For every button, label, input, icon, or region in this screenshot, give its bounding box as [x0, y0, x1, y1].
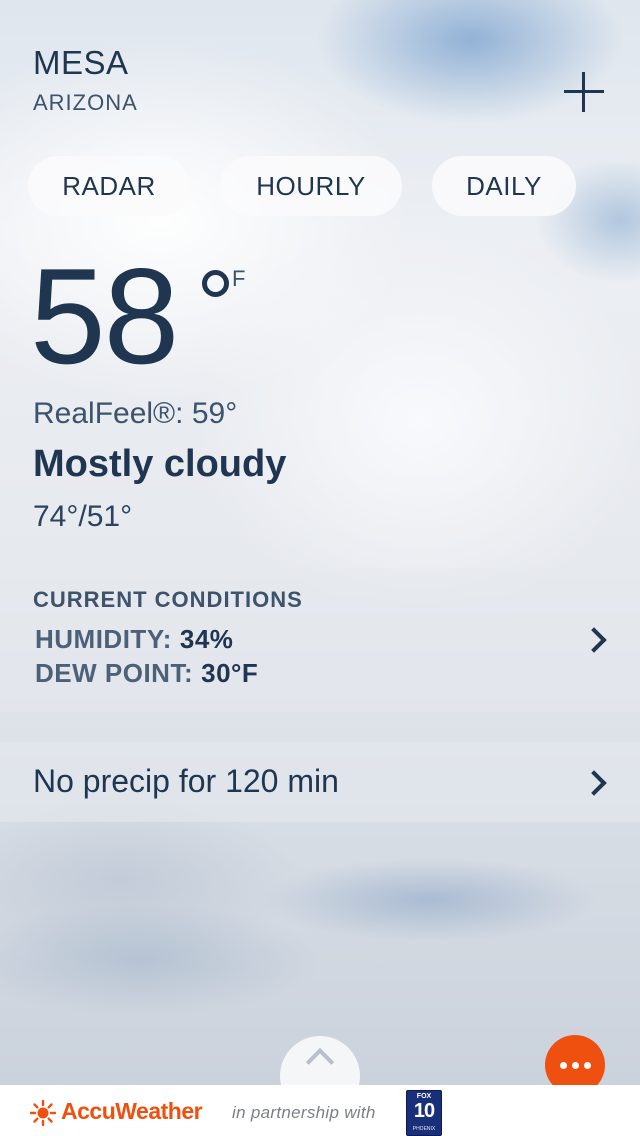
humidity-row: HUMIDITY: 34% — [35, 624, 233, 655]
fox10-logo-number: 10 — [413, 1100, 435, 1122]
humidity-label: HUMIDITY: — [35, 624, 172, 654]
degree-symbol — [202, 270, 229, 297]
add-location-button[interactable] — [560, 68, 608, 116]
dot — [560, 1062, 567, 1069]
dew-point-label: DEW POINT: — [35, 658, 194, 688]
dot — [572, 1062, 579, 1069]
radar-button[interactable]: RADAR — [28, 156, 190, 216]
temperature-unit: F — [232, 266, 246, 291]
weather-condition: Mostly cloudy — [33, 443, 287, 485]
fox10-logo-bottom: PHOENIX — [412, 1126, 436, 1132]
fox10-logo-top: FOX — [416, 1093, 432, 1100]
hourly-button[interactable]: HOURLY — [220, 156, 402, 216]
dew-point-row: DEW POINT: 30°F — [35, 658, 258, 689]
daily-button[interactable]: DAILY — [432, 156, 576, 216]
city-name: MESA — [33, 44, 129, 81]
current-conditions-title: CURRENT CONDITIONS — [33, 587, 303, 612]
dot — [584, 1062, 591, 1069]
accuweather-logo-text: AccuWeather — [61, 1098, 203, 1124]
state-name: ARIZONA — [33, 90, 138, 115]
precip-forecast: No precip for 120 min — [33, 763, 339, 799]
high-low-temperature: 74°/51° — [33, 500, 133, 533]
realfeel-temperature: RealFeel®: 59° — [33, 397, 238, 430]
partnership-text: in partnership with — [232, 1103, 376, 1122]
weather-screen: MESA ARIZONA RADAR HOURLY DAILY 58 F Rea… — [0, 0, 640, 1136]
current-temperature: 58 — [30, 240, 179, 392]
accuweather-sun-icon — [30, 1100, 56, 1126]
dew-point-value: 30°F — [201, 658, 259, 688]
humidity-value: 34% — [179, 624, 234, 654]
fox10-logo: FOX 10 PHOENIX — [406, 1090, 442, 1136]
